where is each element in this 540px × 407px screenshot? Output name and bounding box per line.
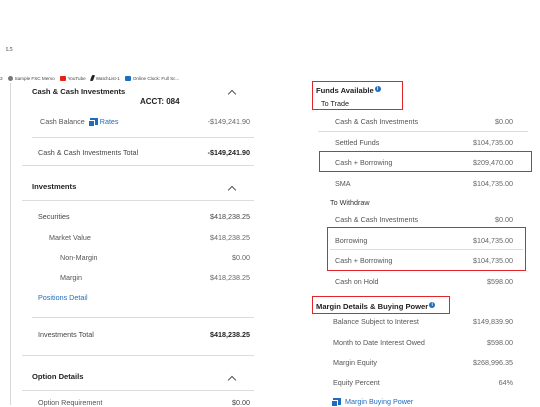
option-details-section-title: Option Details [32, 372, 84, 381]
watchlist-icon [89, 75, 95, 81]
investments-collapse-chevron-icon[interactable] [227, 185, 237, 195]
trade-cash-investments-label: Cash & Cash Investments [335, 117, 419, 126]
bookmark-watchlist[interactable]: WatchList-1 [89, 75, 120, 81]
margin-value: $418,238.25 [210, 273, 250, 282]
withdraw-cash-investments-label: Cash & Cash Investments [335, 215, 419, 224]
settled-funds-value: $104,735.00 [473, 138, 513, 147]
page-mark: L5 [6, 47, 13, 53]
bookmark-prefix: 3 [0, 75, 3, 81]
investments-total-value: $418,238.25 [210, 330, 250, 339]
trade-cash-investments-value: $0.00 [495, 117, 513, 126]
mtd-interest-value: $598.00 [487, 338, 513, 347]
equity-percent-label: Equity Percent [333, 378, 380, 387]
highlight-box [312, 81, 403, 110]
settled-funds-label: Settled Funds [335, 138, 380, 147]
option-collapse-chevron-icon[interactable] [227, 375, 237, 385]
mtd-interest-label: Month to Date Interest Owed [333, 338, 425, 347]
divider [318, 131, 528, 132]
margin-equity-value: $268,996.35 [473, 358, 513, 367]
account-number: ACCT: 084 [140, 97, 180, 106]
non-margin-label: Non-Margin [60, 253, 98, 262]
sma-value: $104,735.00 [473, 179, 513, 188]
bookmarks-bar: 3 Sample FSC Memo YouTube WatchList-1 On… [0, 73, 179, 83]
cash-balance-value: -$149,241.90 [207, 117, 250, 126]
positions-detail-link[interactable]: Positions Detail [38, 293, 88, 302]
withdraw-cash-investments-value: $0.00 [495, 215, 513, 224]
sma-label: SMA [335, 179, 351, 188]
divider [22, 165, 254, 166]
balance-subject-interest-label: Balance Subject to Interest [333, 317, 419, 326]
equity-percent-value: 64% [498, 378, 513, 387]
market-value-label: Market Value [49, 233, 91, 242]
divider [22, 200, 254, 201]
option-requirement-value: $0.00 [232, 398, 250, 407]
cash-collapse-chevron-icon[interactable] [227, 89, 237, 99]
divider [32, 137, 254, 138]
cash-total-value: -$149,241.90 [207, 148, 250, 157]
balance-subject-interest-value: $149,839.90 [473, 317, 513, 326]
cash-total-label: Cash & Cash Investments Total [38, 148, 139, 157]
highlight-box [312, 296, 450, 314]
margin-buying-power-icon [331, 398, 341, 407]
highlight-box [319, 151, 532, 172]
divider [22, 355, 254, 356]
left-border [10, 83, 11, 405]
cash-balance-label: Cash Balance Rates [40, 117, 119, 127]
bookmark-sample-fsc-memo[interactable]: Sample FSC Memo [7, 75, 55, 81]
option-requirement-label: Option Requirement [38, 398, 103, 407]
divider [32, 317, 254, 318]
securities-label: Securities [38, 212, 70, 221]
margin-equity-label: Margin Equity [333, 358, 377, 367]
cash-on-hold-label: Cash on Hold [335, 277, 379, 286]
divider [330, 249, 523, 250]
bookmark-youtube[interactable]: YouTube [59, 75, 86, 81]
bookmark-online-clock[interactable]: Online Clock: Full Sc... [124, 75, 179, 81]
youtube-icon [59, 75, 66, 81]
non-margin-value: $0.00 [232, 253, 250, 262]
cash-section-title: Cash & Cash Investments [32, 87, 126, 96]
investments-section-title: Investments [32, 182, 77, 191]
clock-icon [124, 75, 131, 81]
securities-value: $418,238.25 [210, 212, 250, 221]
to-withdraw-label: To Withdraw [330, 198, 370, 207]
rates-icon [87, 118, 98, 127]
rates-link[interactable]: Rates [100, 117, 119, 126]
market-value-value: $418,238.25 [210, 233, 250, 242]
cash-on-hold-value: $598.00 [487, 277, 513, 286]
investments-total-label: Investments Total [38, 330, 94, 339]
margin-label: Margin [60, 273, 82, 282]
globe-icon [7, 75, 13, 81]
divider [22, 390, 254, 391]
